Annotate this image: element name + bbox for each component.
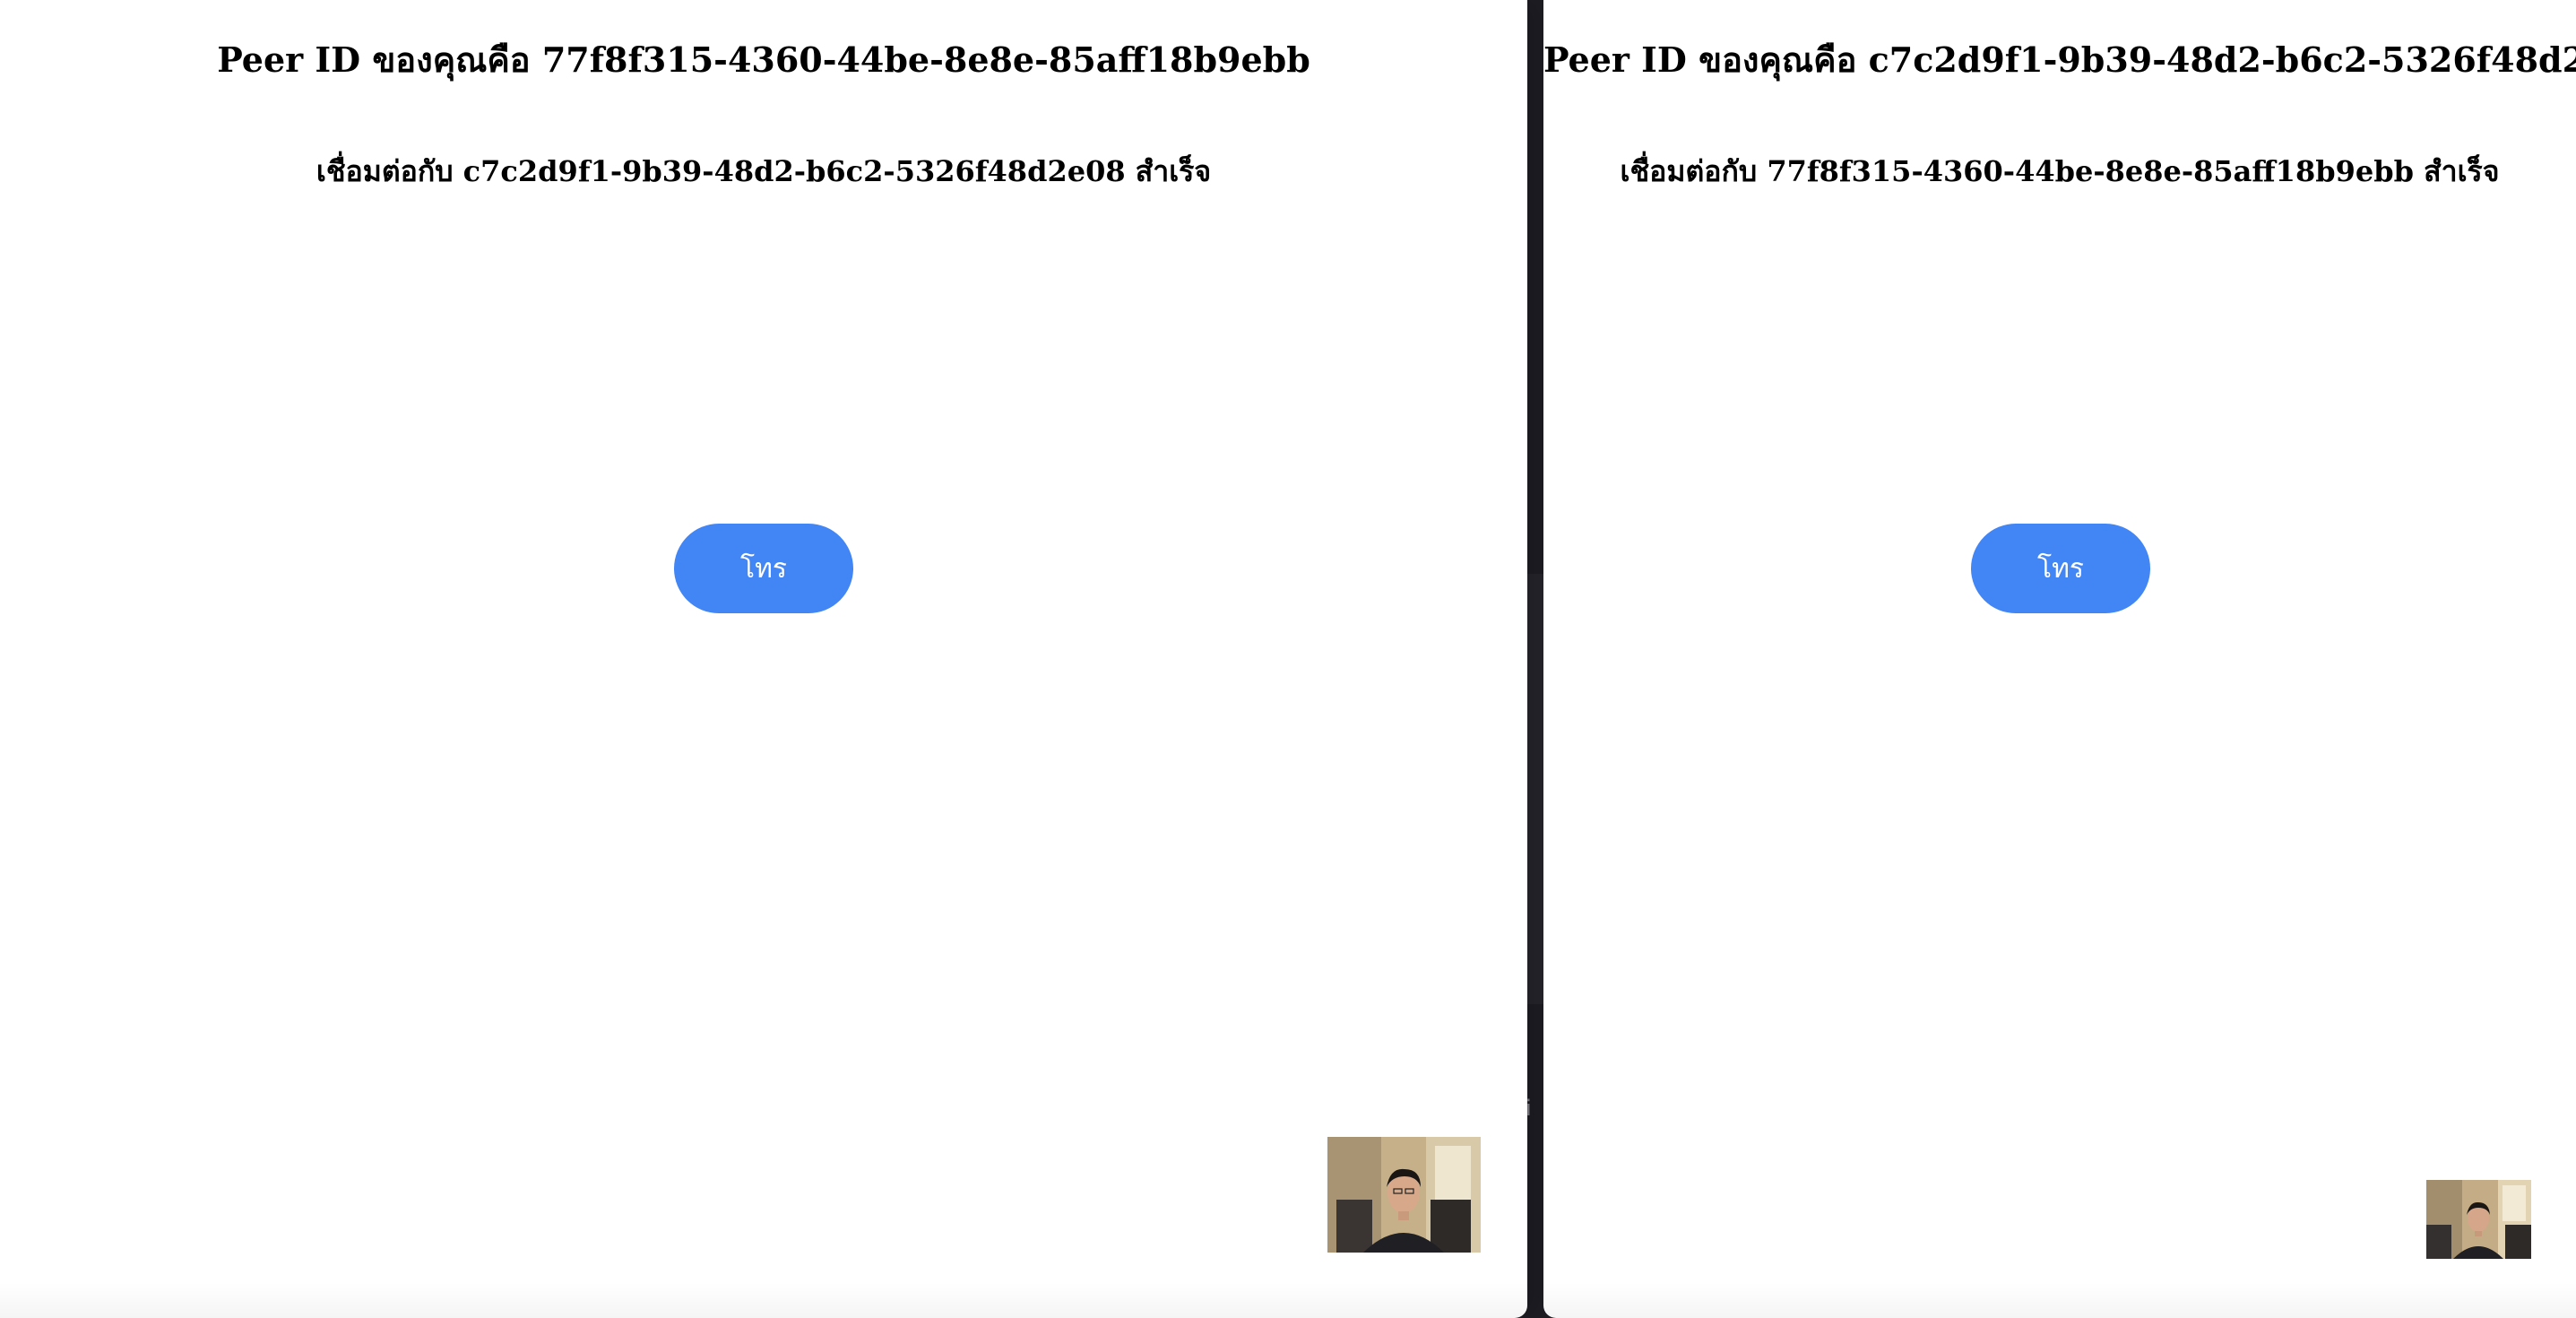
local-video-preview	[1327, 1137, 1481, 1253]
window-edge-shadow	[0, 1282, 1527, 1318]
peer-id-heading: Peer ID ของคุณคือ 77f8f315-4360-44be-8e8…	[217, 39, 1310, 80]
camera-feed-image	[2426, 1180, 2531, 1259]
local-video-preview	[2426, 1180, 2531, 1259]
peer-id-heading: Peer ID ของคุณคือ c7c2d9f1-9b39-48d2-b6c…	[1543, 39, 2576, 80]
left-peer-window: Peer ID ของคุณคือ 77f8f315-4360-44be-8e8…	[0, 0, 1527, 1318]
call-button[interactable]: โทร	[674, 524, 853, 613]
connection-status: เชื่อมต่อกับ c7c2d9f1-9b39-48d2-b6c2-532…	[316, 154, 1212, 188]
window-edge-shadow	[1543, 1282, 2576, 1318]
call-button[interactable]: โทร	[1971, 524, 2150, 613]
camera-feed-image	[1327, 1137, 1481, 1253]
right-peer-window: Peer ID ของคุณคือ c7c2d9f1-9b39-48d2-b6c…	[1543, 0, 2576, 1318]
desktop: i Peer ID ของคุณคือ 77f8f315-4360-44be-8…	[0, 0, 2576, 1318]
connection-status: เชื่อมต่อกับ 77f8f315-4360-44be-8e8e-85a…	[1620, 154, 2500, 188]
